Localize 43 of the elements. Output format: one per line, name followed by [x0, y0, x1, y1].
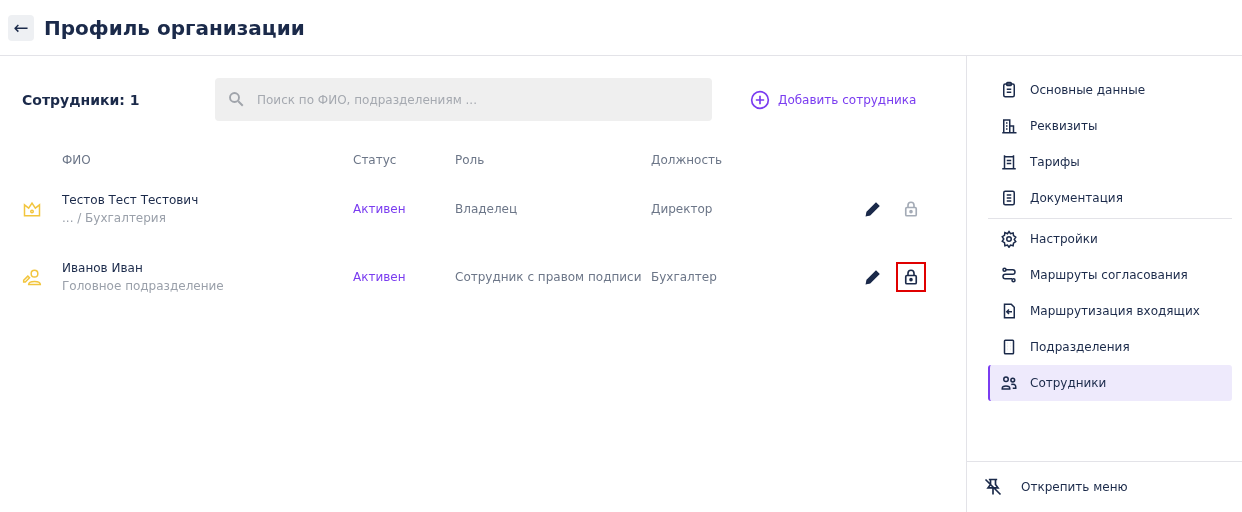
menu-item[interactable]: Документация	[988, 180, 1232, 216]
employee-count: Сотрудники: 1	[22, 91, 141, 108]
menu-item[interactable]: Сотрудники	[988, 365, 1232, 401]
menu-item[interactable]: Маршрутизация входящих	[988, 293, 1232, 329]
back-button[interactable]: ←	[8, 14, 34, 41]
people-icon	[1000, 374, 1018, 392]
menu-item[interactable]: Реквизиты	[988, 108, 1232, 144]
menu-item[interactable]: Маршруты согласования	[988, 257, 1232, 293]
role-text: Сотрудник с правом подписи	[455, 270, 642, 284]
menu-item[interactable]: Тарифы	[988, 144, 1232, 180]
add-employee-button[interactable]: Добавить сотрудника	[750, 89, 917, 110]
column-header: Роль	[455, 153, 485, 167]
menu-item[interactable]: Основные данные	[988, 72, 1232, 108]
column-header: ФИО	[62, 153, 91, 167]
plus-circle-icon	[750, 89, 770, 110]
page-title: Профиль организации	[44, 15, 305, 40]
menu-item[interactable]: Настройки	[988, 221, 1232, 257]
employee-department: Головное подразделение	[62, 279, 224, 293]
status-text: Активен	[353, 202, 406, 216]
receipt-icon	[1000, 153, 1018, 171]
edit-pencil-icon[interactable]	[864, 268, 882, 286]
column-header: Должность	[651, 153, 723, 167]
clipboard-icon	[1000, 81, 1018, 99]
search-icon	[227, 90, 245, 108]
lock-icon[interactable]	[902, 268, 920, 286]
role-text: Владелец	[455, 202, 518, 216]
employee-name: Иванов Иван	[62, 261, 143, 275]
unpin-icon	[983, 477, 1003, 497]
status-text: Активен	[353, 270, 406, 284]
employee-name: Тестов Тест Тестович	[62, 193, 199, 207]
unpin-menu-button[interactable]: Открепить меню	[967, 461, 1242, 512]
menu-item[interactable]: Подразделения	[988, 329, 1232, 365]
search-field[interactable]: Поиск по ФИО, подразделениям ...	[215, 78, 712, 121]
edit-pencil-icon[interactable]	[864, 200, 882, 218]
building-icon	[1000, 117, 1018, 135]
user-pen-icon	[22, 267, 42, 287]
position-text: Бухгалтер	[651, 270, 717, 284]
employee-department: ... / Бухгалтерия	[62, 211, 166, 225]
route-icon	[1000, 266, 1018, 284]
document-icon	[1000, 189, 1018, 207]
column-header: Статус	[353, 153, 397, 167]
position-text: Директор	[651, 202, 713, 216]
gear-icon	[1000, 230, 1018, 248]
